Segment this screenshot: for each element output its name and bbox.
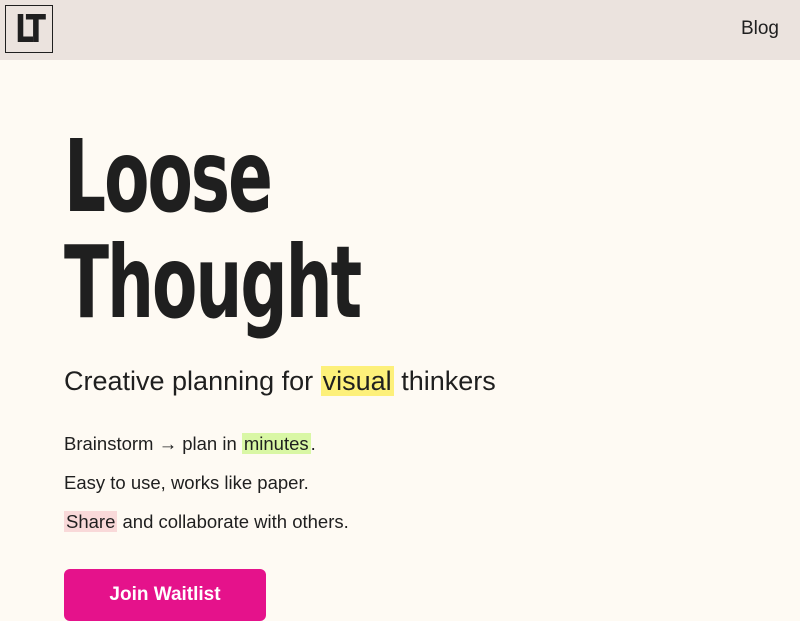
- top-bar: LT Blog: [0, 0, 800, 60]
- feature-text-post: and collaborate with others.: [117, 511, 349, 532]
- feature-brainstorm: Brainstorm → plan in minutes.: [64, 430, 316, 458]
- tagline-text-pre: Creative planning for: [64, 366, 321, 396]
- tagline: Creative planning for visual thinkers: [64, 362, 496, 400]
- tagline-highlight: visual: [320, 366, 394, 396]
- hero-title: Loose Thought: [64, 124, 513, 336]
- feature-highlight: Share: [64, 511, 118, 532]
- hero-title-line-1: Loose: [64, 118, 273, 235]
- logo[interactable]: LT: [5, 5, 53, 53]
- feature-text-pre: Brainstorm → plan in: [64, 433, 242, 454]
- nav-link-blog[interactable]: Blog: [741, 18, 779, 40]
- tagline-text-post: thinkers: [393, 366, 496, 396]
- join-waitlist-button[interactable]: Join Waitlist: [64, 569, 266, 621]
- feature-share: Share and collaborate with others.: [64, 508, 349, 536]
- feature-highlight: minutes: [241, 433, 311, 454]
- feature-easy: Easy to use, works like paper.: [64, 469, 309, 497]
- hero-title-line-2: Thought: [64, 224, 362, 341]
- feature-text-post: .: [310, 433, 316, 454]
- feature-text: Easy to use, works like paper.: [64, 472, 309, 493]
- logo-text: LT: [15, 7, 46, 51]
